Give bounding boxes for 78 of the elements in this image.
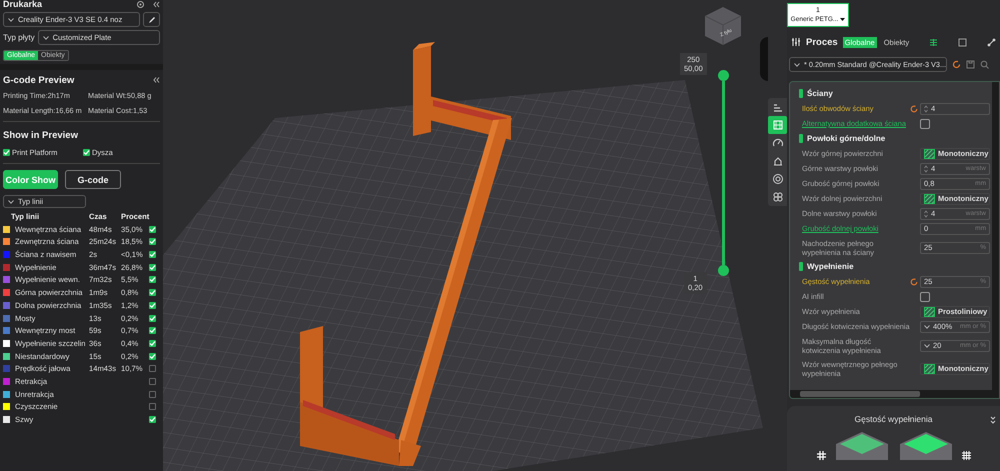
spinner-icon xyxy=(924,104,928,112)
pencil-icon xyxy=(148,16,156,24)
checkbox[interactable] xyxy=(149,327,156,334)
checkbox[interactable] xyxy=(149,238,156,246)
layer-slider-track[interactable] xyxy=(722,81,725,265)
support-icon xyxy=(772,155,784,167)
list-icon[interactable] xyxy=(929,38,938,46)
caret-icon xyxy=(840,18,846,21)
gauge-icon xyxy=(772,137,784,149)
sparse-infill-tile xyxy=(834,430,890,460)
checkbox[interactable] xyxy=(149,352,156,360)
toggle-button[interactable]: G-code xyxy=(65,170,121,189)
chevron-icon xyxy=(8,200,14,204)
collapse-icon[interactable] xyxy=(153,77,160,83)
edit-button[interactable] xyxy=(143,12,160,27)
checkbox[interactable] xyxy=(149,251,156,258)
checkbox[interactable] xyxy=(149,226,156,233)
target-icon xyxy=(772,173,784,185)
chevron-icon xyxy=(8,18,14,22)
reset-icon[interactable] xyxy=(910,104,918,112)
group-marker xyxy=(799,134,803,143)
settings-icon[interactable] xyxy=(136,0,145,8)
group-title: Wypełnienie xyxy=(807,262,854,271)
checkbox[interactable] xyxy=(149,302,156,309)
spinner-icon xyxy=(924,210,928,218)
reset-icon[interactable] xyxy=(952,60,961,69)
pattern-swatch-icon xyxy=(924,306,935,316)
collapse-icon[interactable] xyxy=(153,0,160,8)
checkbox[interactable] xyxy=(83,149,90,156)
checkbox[interactable] xyxy=(149,390,156,398)
checkbox[interactable] xyxy=(3,149,10,156)
checkbox[interactable] xyxy=(149,314,156,322)
scrollbar[interactable] xyxy=(992,82,999,390)
scrollbar[interactable] xyxy=(790,390,999,398)
clover-icon xyxy=(772,191,784,203)
page-icon[interactable] xyxy=(958,38,967,46)
save-icon[interactable] xyxy=(966,60,975,69)
search-icon[interactable] xyxy=(980,60,989,69)
section-title: G-code Preview xyxy=(3,74,76,86)
checkbox[interactable] xyxy=(149,340,156,347)
checkbox[interactable] xyxy=(149,365,156,372)
expand-icon[interactable] xyxy=(990,416,996,424)
chevron-icon xyxy=(924,324,930,328)
card-title: Gęstość wypełnienia xyxy=(854,414,932,424)
reset-icon[interactable] xyxy=(910,278,918,286)
checkbox[interactable] xyxy=(149,378,156,385)
section-title: Proces xyxy=(806,36,838,48)
nodes-icon[interactable] xyxy=(987,38,996,46)
panel-title: Drukarka xyxy=(3,0,44,9)
check-icon xyxy=(149,416,156,423)
checkbox[interactable] xyxy=(149,289,156,296)
group-title: Ściany xyxy=(807,89,833,98)
slider-handle[interactable] xyxy=(718,70,729,81)
group-marker xyxy=(799,89,803,98)
checkbox[interactable] xyxy=(149,276,156,284)
check-icon xyxy=(83,149,90,156)
group-marker xyxy=(799,262,803,271)
sparse-grid-icon xyxy=(816,451,826,460)
pattern-swatch-icon xyxy=(924,194,935,204)
chevron-icon xyxy=(42,36,49,40)
chevron-icon xyxy=(794,62,800,66)
grid-icon xyxy=(772,119,784,131)
checkbox[interactable] xyxy=(149,416,156,423)
pattern-swatch-icon xyxy=(924,364,935,374)
pattern-swatch-icon xyxy=(924,148,935,158)
chevron-icon xyxy=(924,344,930,348)
plate-type-label: Typ płyty xyxy=(3,33,35,42)
dense-infill-tile xyxy=(898,430,954,460)
group-title: Powłoki górne/dolne xyxy=(807,134,886,143)
checkbox[interactable] xyxy=(149,403,156,410)
check-icon xyxy=(3,149,10,156)
sliders-icon xyxy=(791,37,801,47)
checkbox[interactable] xyxy=(149,264,156,271)
spinner-icon xyxy=(924,164,928,172)
checkbox[interactable] xyxy=(920,118,930,128)
dense-grid-icon xyxy=(962,451,970,460)
checkbox[interactable] xyxy=(920,292,930,302)
section-title: Show in Preview xyxy=(3,130,79,140)
